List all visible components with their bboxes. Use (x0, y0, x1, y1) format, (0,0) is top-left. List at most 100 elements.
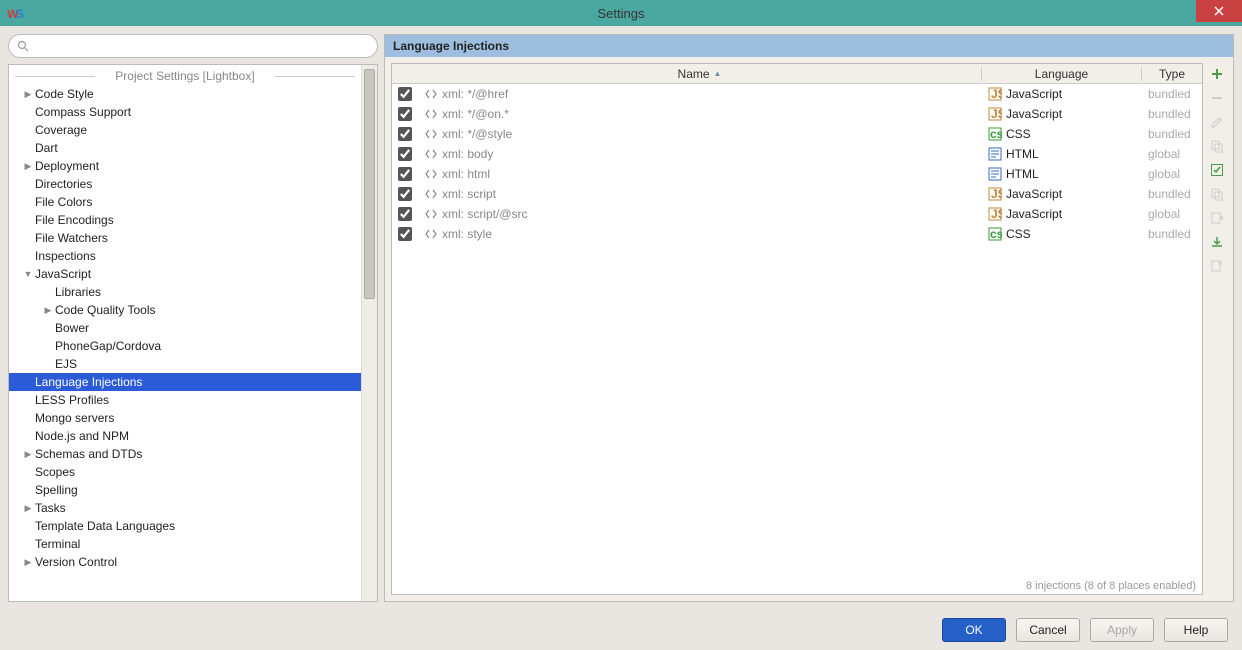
col-name[interactable]: Name▲ (418, 67, 982, 81)
tree-item-schemas-and-dtds[interactable]: ▶Schemas and DTDs (9, 445, 361, 463)
row-type: bundled (1142, 187, 1202, 201)
svg-text:JS: JS (991, 87, 1002, 101)
apply-button[interactable]: Apply (1090, 618, 1154, 642)
tree-item-ejs[interactable]: EJS (9, 355, 361, 373)
enable-button[interactable] (1208, 161, 1226, 179)
injections-table: Name▲ Language Type xml: */@hrefJSJavaSc… (391, 63, 1203, 595)
tree-item-dart[interactable]: Dart (9, 139, 361, 157)
tree-item-label: Bower (55, 321, 89, 335)
tree-item-scopes[interactable]: Scopes (9, 463, 361, 481)
row-checkbox[interactable] (398, 87, 412, 101)
edit-button[interactable] (1208, 113, 1226, 131)
help-button[interactable]: Help (1164, 618, 1228, 642)
tree-scrollbar[interactable] (361, 65, 377, 601)
row-checkbox-cell (392, 167, 418, 181)
tree-item-libraries[interactable]: Libraries (9, 283, 361, 301)
table-row[interactable]: xml: script/@srcJSJavaScriptglobal (392, 204, 1202, 224)
table-row[interactable]: xml: */@hrefJSJavaScriptbundled (392, 84, 1202, 104)
tree-item-code-quality-tools[interactable]: ▶Code Quality Tools (9, 301, 361, 319)
svg-text:JS: JS (991, 187, 1002, 201)
row-type: global (1142, 147, 1202, 161)
search-box[interactable] (8, 34, 378, 58)
svg-text:S: S (16, 7, 24, 21)
row-checkbox-cell (392, 87, 418, 101)
table-row[interactable]: xml: stylecssCSSbundled (392, 224, 1202, 244)
row-checkbox-cell (392, 187, 418, 201)
row-name: xml: */@on.* (418, 107, 982, 121)
row-name: xml: style (418, 227, 982, 241)
search-input[interactable] (33, 39, 369, 53)
row-name: xml: script (418, 187, 982, 201)
tree-item-javascript[interactable]: ▼JavaScript (9, 265, 361, 283)
scrollbar-thumb[interactable] (364, 69, 375, 299)
tree-item-phonegap-cordova[interactable]: PhoneGap/Cordova (9, 337, 361, 355)
table-body: xml: */@hrefJSJavaScriptbundled xml: */@o… (392, 84, 1202, 578)
tree-item-file-encodings[interactable]: File Encodings (9, 211, 361, 229)
row-checkbox[interactable] (398, 167, 412, 181)
tree-item-tasks[interactable]: ▶Tasks (9, 499, 361, 517)
titlebar: WS Settings (0, 0, 1242, 26)
copy-button[interactable] (1208, 137, 1226, 155)
tree-item-template-data-languages[interactable]: Template Data Languages (9, 517, 361, 535)
tree-item-directories[interactable]: Directories (9, 175, 361, 193)
row-checkbox[interactable] (398, 227, 412, 241)
table-row[interactable]: xml: bodyHTMLglobal (392, 144, 1202, 164)
tree-item-coverage[interactable]: Coverage (9, 121, 361, 139)
tree-item-node-js-and-npm[interactable]: Node.js and NPM (9, 427, 361, 445)
export-button[interactable] (1208, 257, 1226, 275)
tree-item-label: LESS Profiles (35, 393, 109, 407)
tree-item-file-watchers[interactable]: File Watchers (9, 229, 361, 247)
ok-button[interactable]: OK (942, 618, 1006, 642)
tree-item-less-profiles[interactable]: LESS Profiles (9, 391, 361, 409)
expand-arrow-icon: ▶ (21, 161, 35, 172)
remove-button[interactable] (1208, 89, 1226, 107)
cancel-button[interactable]: Cancel (1016, 618, 1080, 642)
table-row[interactable]: xml: */@stylecssCSSbundled (392, 124, 1202, 144)
svg-text:JS: JS (991, 107, 1002, 121)
tree-item-label: File Watchers (35, 231, 108, 245)
row-checkbox[interactable] (398, 127, 412, 141)
row-checkbox[interactable] (398, 107, 412, 121)
svg-text:css: css (990, 227, 1002, 241)
tree-item-version-control[interactable]: ▶Version Control (9, 553, 361, 571)
row-language: JSJavaScript (982, 107, 1142, 121)
col-type[interactable]: Type (1142, 67, 1202, 81)
row-type: bundled (1142, 87, 1202, 101)
expand-arrow-icon: ▶ (21, 557, 35, 568)
add-button[interactable] (1208, 65, 1226, 83)
tree-item-inspections[interactable]: Inspections (9, 247, 361, 265)
tree-item-label: Node.js and NPM (35, 429, 129, 443)
row-type: bundled (1142, 227, 1202, 241)
row-checkbox-cell (392, 147, 418, 161)
close-button[interactable] (1196, 0, 1242, 22)
table-row[interactable]: xml: */@on.*JSJavaScriptbundled (392, 104, 1202, 124)
tree-item-bower[interactable]: Bower (9, 319, 361, 337)
tree-item-language-injections[interactable]: Language Injections (9, 373, 361, 391)
row-checkbox[interactable] (398, 187, 412, 201)
status-line: 8 injections (8 of 8 places enabled) (392, 578, 1202, 594)
tree-item-label: File Encodings (35, 213, 114, 227)
table-row[interactable]: xml: scriptJSJavaScriptbundled (392, 184, 1202, 204)
row-checkbox[interactable] (398, 207, 412, 221)
svg-text:css: css (990, 127, 1002, 141)
import-button[interactable] (1208, 233, 1226, 251)
duplicate-button[interactable] (1208, 185, 1226, 203)
tree-item-terminal[interactable]: Terminal (9, 535, 361, 553)
tree-item-code-style[interactable]: ▶Code Style (9, 85, 361, 103)
tree-item-compass-support[interactable]: Compass Support (9, 103, 361, 121)
row-checkbox[interactable] (398, 147, 412, 161)
plus-icon (1210, 67, 1224, 81)
table-row[interactable]: xml: htmlHTMLglobal (392, 164, 1202, 184)
row-type: global (1142, 207, 1202, 221)
tree-item-deployment[interactable]: ▶Deployment (9, 157, 361, 175)
tree-item-spelling[interactable]: Spelling (9, 481, 361, 499)
row-name: xml: */@style (418, 127, 982, 141)
move-button[interactable] (1208, 209, 1226, 227)
tree-item-mongo-servers[interactable]: Mongo servers (9, 409, 361, 427)
copy-icon (1210, 139, 1224, 153)
tree-item-label: Compass Support (35, 105, 131, 119)
col-language[interactable]: Language (982, 67, 1142, 81)
col-name-label: Name (678, 67, 710, 81)
tree-item-file-colors[interactable]: File Colors (9, 193, 361, 211)
settings-tree[interactable]: Project Settings [Lightbox]▶Code StyleCo… (9, 65, 361, 601)
